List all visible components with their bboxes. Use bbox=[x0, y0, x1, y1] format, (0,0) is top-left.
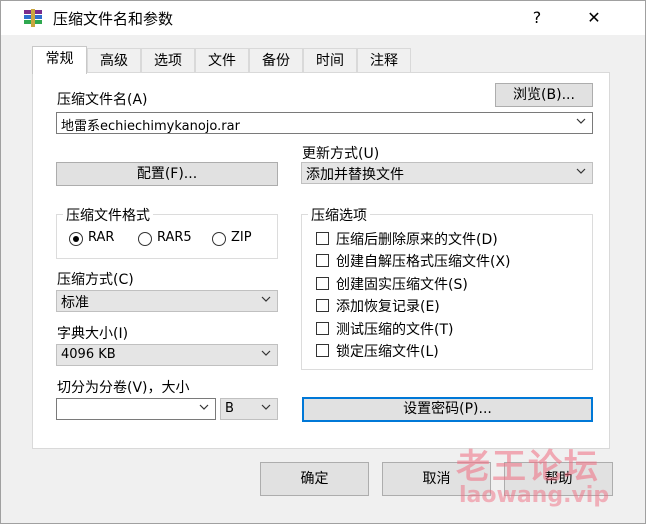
tab-files[interactable]: 文件 bbox=[195, 48, 249, 72]
tab-backup[interactable]: 备份 bbox=[249, 48, 303, 72]
update-mode-select[interactable]: 添加并替换文件 bbox=[301, 162, 593, 184]
chevron-down-icon bbox=[261, 296, 271, 302]
set-password-button[interactable]: 设置密码(P)... bbox=[302, 397, 593, 422]
archive-name-label: 压缩文件名(A) bbox=[57, 92, 148, 108]
lock-archive-checkbox[interactable] bbox=[316, 344, 329, 357]
lock-archive-label[interactable]: 锁定压缩文件(L) bbox=[336, 341, 439, 361]
create-sfx-label[interactable]: 创建自解压格式压缩文件(X) bbox=[336, 251, 511, 271]
compression-method-value: 标准 bbox=[61, 295, 89, 311]
split-unit-select[interactable]: B bbox=[220, 398, 278, 420]
profiles-button[interactable]: 配置(F)... bbox=[56, 162, 278, 186]
archive-format-group: 压缩文件格式 RAR RAR5 ZIP bbox=[56, 205, 278, 259]
winrar-app-icon bbox=[24, 9, 42, 27]
general-tab-panel: 压缩文件名(A) 浏览(B)... 地雷系echiechimykanojo.ra… bbox=[32, 72, 610, 449]
test-files-checkbox[interactable] bbox=[316, 322, 329, 335]
title-bar[interactable]: 压缩文件名和参数 ? ✕ bbox=[1, 1, 645, 35]
add-recovery-checkbox[interactable] bbox=[316, 299, 329, 312]
test-files-label[interactable]: 测试压缩的文件(T) bbox=[336, 319, 453, 339]
dictionary-size-label: 字典大小(I) bbox=[57, 326, 129, 342]
split-volumes-label: 切分为分卷(V)，大小 bbox=[57, 380, 190, 396]
chevron-down-icon bbox=[261, 350, 271, 356]
add-recovery-label[interactable]: 添加恢复记录(E) bbox=[336, 296, 440, 316]
chevron-down-icon bbox=[199, 404, 209, 410]
archive-format-title: 压缩文件格式 bbox=[63, 205, 153, 225]
split-size-combobox[interactable] bbox=[56, 398, 216, 420]
dictionary-size-value: 4096 KB bbox=[61, 347, 116, 362]
tab-options[interactable]: 选项 bbox=[141, 48, 195, 72]
format-rar-radio[interactable] bbox=[69, 232, 83, 246]
browse-button[interactable]: 浏览(B)... bbox=[495, 83, 593, 107]
format-zip-label[interactable]: ZIP bbox=[231, 230, 252, 245]
set-password-label: 设置密码(P)... bbox=[403, 401, 492, 417]
create-solid-label[interactable]: 创建固实压缩文件(S) bbox=[336, 274, 468, 294]
delete-after-checkbox[interactable] bbox=[316, 232, 329, 245]
dictionary-size-select[interactable]: 4096 KB bbox=[56, 344, 278, 366]
tab-time[interactable]: 时间 bbox=[303, 48, 357, 72]
delete-after-label[interactable]: 压缩后删除原来的文件(D) bbox=[336, 229, 498, 249]
watermark-text: 老王论坛 bbox=[456, 447, 600, 487]
create-sfx-checkbox[interactable] bbox=[316, 254, 329, 267]
chevron-down-icon bbox=[576, 168, 586, 174]
format-rar-label[interactable]: RAR bbox=[88, 230, 114, 245]
archiving-options-title: 压缩选项 bbox=[308, 205, 370, 225]
update-mode-value: 添加并替换文件 bbox=[306, 167, 404, 183]
ok-button[interactable]: 确定 bbox=[260, 462, 369, 496]
tab-advanced[interactable]: 高级 bbox=[87, 48, 141, 72]
archive-name-value: 地雷系echiechimykanojo.rar bbox=[61, 119, 240, 134]
help-question-icon[interactable]: ? bbox=[514, 1, 560, 35]
format-rar5-label[interactable]: RAR5 bbox=[157, 230, 192, 245]
close-icon[interactable]: ✕ bbox=[571, 1, 617, 35]
tab-comment[interactable]: 注释 bbox=[357, 48, 411, 72]
tab-general[interactable]: 常规 bbox=[32, 46, 87, 74]
archive-name-combobox[interactable]: 地雷系echiechimykanojo.rar bbox=[56, 112, 593, 134]
update-mode-label: 更新方式(U) bbox=[302, 146, 380, 162]
chevron-down-icon bbox=[261, 404, 271, 410]
compression-method-label: 压缩方式(C) bbox=[57, 272, 134, 288]
format-rar5-radio[interactable] bbox=[138, 232, 152, 246]
archive-name-and-parameters-dialog: 压缩文件名和参数 ? ✕ 常规 高级 选项 文件 备份 时间 注释 压缩文件名(… bbox=[0, 0, 646, 524]
archiving-options-group: 压缩选项 压缩后删除原来的文件(D) 创建自解压格式压缩文件(X) 创建固实压缩… bbox=[301, 205, 593, 370]
split-unit-value: B bbox=[225, 401, 234, 416]
create-solid-checkbox[interactable] bbox=[316, 277, 329, 290]
chevron-down-icon bbox=[576, 118, 586, 124]
compression-method-select[interactable]: 标准 bbox=[56, 290, 278, 312]
watermark-url: laowang.vip bbox=[459, 483, 610, 508]
dialog-title: 压缩文件名和参数 bbox=[53, 10, 174, 28]
format-zip-radio[interactable] bbox=[212, 232, 226, 246]
